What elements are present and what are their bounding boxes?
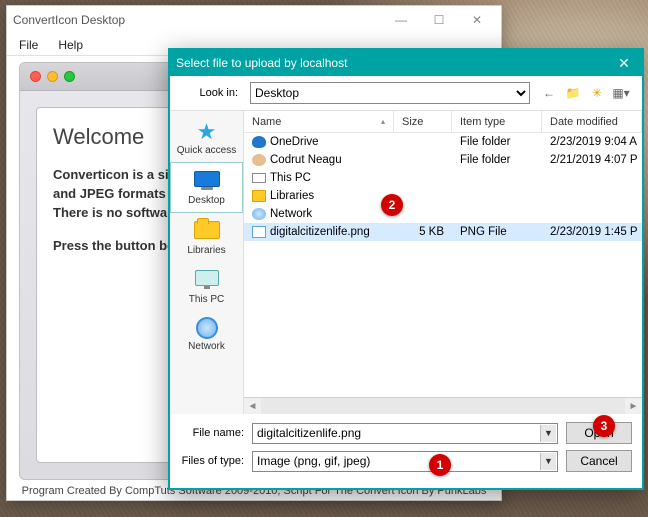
file-rows[interactable]: OneDriveFile folder2/23/2019 9:04 ACodru… bbox=[244, 133, 642, 397]
user-icon bbox=[252, 154, 266, 166]
chevron-down-icon: ▼ bbox=[540, 453, 556, 470]
files-of-type-select[interactable]: Image (png, gif, jpeg)▼ bbox=[252, 451, 558, 472]
img-icon bbox=[252, 226, 266, 238]
menu-file[interactable]: File bbox=[11, 36, 46, 54]
dialog-toolbar: Look in: Desktop ← 📁 ✳ ▦▾ bbox=[170, 76, 642, 110]
scroll-right-icon: ► bbox=[625, 401, 642, 412]
dialog-bottom: File name: digitalcitizenlife.png▼ Open … bbox=[170, 414, 642, 488]
horizontal-scrollbar[interactable]: ◄► bbox=[244, 397, 642, 414]
file-row[interactable]: Libraries bbox=[244, 187, 642, 205]
dialog-close-icon[interactable]: ✕ bbox=[612, 55, 636, 72]
col-name: Name▴ bbox=[244, 111, 394, 132]
place-libraries[interactable]: Libraries bbox=[170, 213, 243, 262]
look-in-label: Look in: bbox=[170, 87, 244, 99]
pc-icon bbox=[252, 173, 266, 183]
view-menu-icon[interactable]: ▦▾ bbox=[612, 84, 630, 102]
up-folder-icon[interactable]: 📁 bbox=[564, 84, 582, 102]
callout-3: 3 bbox=[593, 415, 615, 437]
file-row[interactable]: OneDriveFile folder2/23/2019 9:04 A bbox=[244, 133, 642, 151]
close-button[interactable]: ✕ bbox=[459, 9, 495, 31]
maximize-button[interactable]: ☐ bbox=[421, 9, 457, 31]
place-this-pc[interactable]: This PC bbox=[170, 262, 243, 311]
file-list-area: Name▴ Size Item type Date modified OneDr… bbox=[244, 110, 642, 414]
folder-icon bbox=[252, 190, 266, 202]
app-titlebar[interactable]: ConvertIcon Desktop — ☐ ✕ bbox=[7, 6, 501, 34]
dialog-title: Select file to upload by localhost bbox=[176, 56, 612, 70]
file-row[interactable]: This PC bbox=[244, 169, 642, 187]
file-row[interactable]: digitalcitizenlife.png5 KBPNG File2/23/2… bbox=[244, 223, 642, 241]
file-dialog: Select file to upload by localhost ✕ Loo… bbox=[168, 48, 644, 490]
column-headers[interactable]: Name▴ Size Item type Date modified bbox=[244, 111, 642, 133]
callout-2: 2 bbox=[381, 194, 403, 216]
dialog-titlebar[interactable]: Select file to upload by localhost ✕ bbox=[170, 50, 642, 76]
cloud-icon bbox=[252, 136, 266, 148]
traffic-lights[interactable] bbox=[30, 71, 75, 82]
places-bar: ★Quick access Desktop Libraries This PC … bbox=[170, 110, 244, 414]
menu-help[interactable]: Help bbox=[50, 36, 91, 54]
file-row[interactable]: Network bbox=[244, 205, 642, 223]
col-size: Size bbox=[394, 111, 452, 132]
scroll-left-icon: ◄ bbox=[244, 401, 261, 412]
file-name-input[interactable]: digitalcitizenlife.png▼ bbox=[252, 423, 558, 444]
place-network[interactable]: Network bbox=[170, 311, 243, 358]
app-title: ConvertIcon Desktop bbox=[13, 13, 381, 27]
look-in-select[interactable]: Desktop bbox=[250, 82, 530, 104]
col-item-type: Item type bbox=[452, 111, 542, 132]
cancel-button[interactable]: Cancel bbox=[566, 450, 632, 472]
files-of-type-label: Files of type: bbox=[170, 455, 244, 467]
back-icon[interactable]: ← bbox=[540, 84, 558, 102]
col-date-modified: Date modified bbox=[542, 111, 642, 132]
place-desktop[interactable]: Desktop bbox=[170, 162, 243, 213]
place-quick-access[interactable]: ★Quick access bbox=[170, 115, 243, 162]
chevron-down-icon: ▼ bbox=[540, 425, 556, 442]
minimize-button[interactable]: — bbox=[383, 9, 419, 31]
new-folder-icon[interactable]: ✳ bbox=[588, 84, 606, 102]
net-icon bbox=[252, 208, 266, 220]
file-name-label: File name: bbox=[170, 427, 244, 439]
file-row[interactable]: Codrut NeaguFile folder2/21/2019 4:07 P bbox=[244, 151, 642, 169]
callout-1: 1 bbox=[429, 454, 451, 476]
